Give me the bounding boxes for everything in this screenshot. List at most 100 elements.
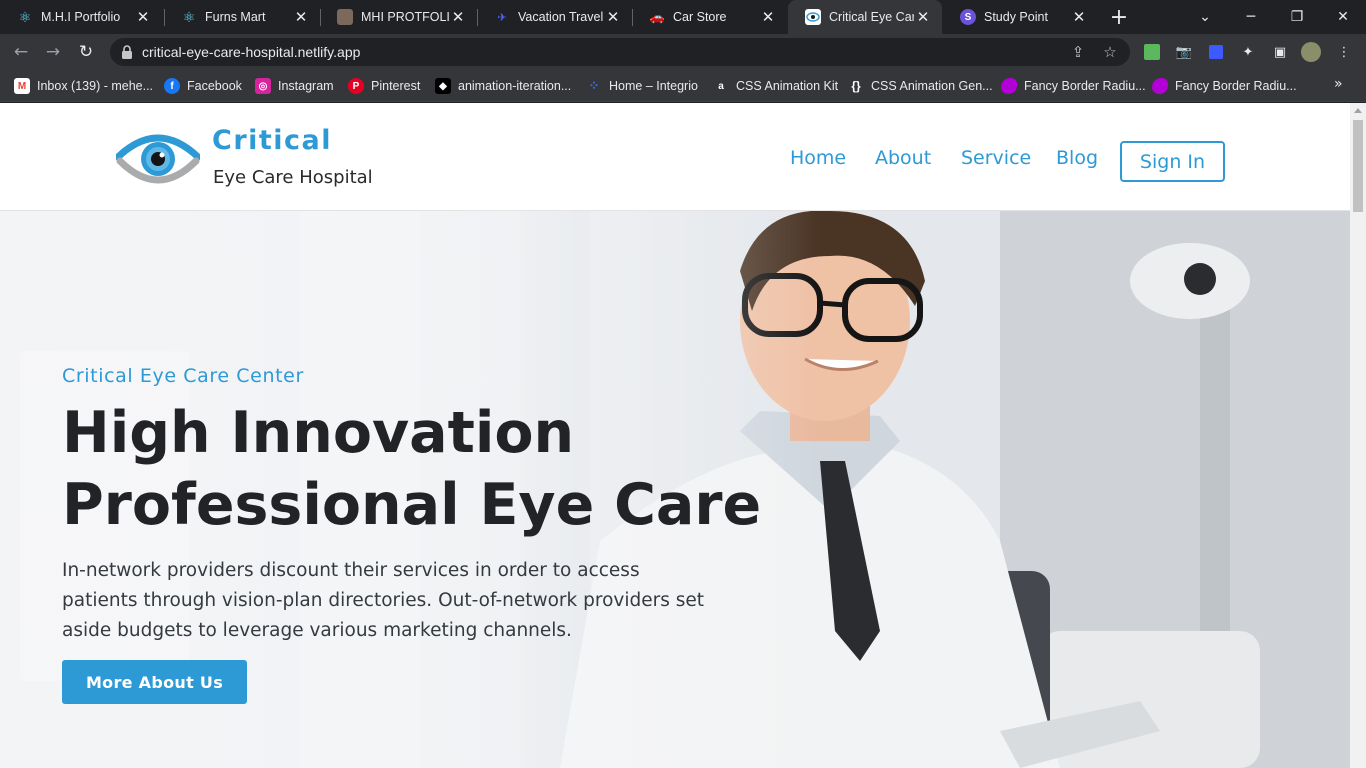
bookmark-gmail[interactable]: M Inbox (139) - mehe... [14,76,153,96]
tab-title: Car Store [673,10,727,24]
scrollbar-thumb[interactable] [1353,120,1363,212]
more-bookmarks-icon[interactable]: » [1334,76,1343,92]
bookmark-pinterest[interactable]: P Pinterest [348,76,420,96]
tab-mhi-protfolio[interactable]: MHI PROTFOLIO ✕ [320,0,477,34]
tab-furns-mart[interactable]: ⚛ Furns Mart ✕ [164,0,320,34]
close-icon[interactable]: ✕ [134,8,152,26]
bookmark-css-animation-kit[interactable]: a CSS Animation Kit [713,76,838,96]
integrio-icon: ⁘ [588,78,600,93]
mdn-icon: ◆ [435,78,451,94]
hero-description: In-network providers discount their serv… [62,560,705,641]
tab-title: Study Point [984,10,1048,24]
window-close-button[interactable]: ✕ [1320,0,1366,34]
travel-icon: ✈ [497,11,507,24]
bookmark-fancy-border-1[interactable]: Fancy Border Radiu... [1001,76,1146,96]
facebook-icon: f [164,78,180,94]
tab-title: M.H.I Portfolio [41,10,121,24]
nav-about-link[interactable]: About [875,147,931,169]
more-about-us-button[interactable]: More About Us [62,660,247,704]
site-header: Critical Eye Care Hospital Home About Se… [0,103,1350,211]
restore-button[interactable]: ❐ [1274,0,1320,34]
sign-in-button[interactable]: Sign In [1120,141,1225,182]
tab-vacation-travel[interactable]: ✈ Vacation Travel ✕ [477,0,632,34]
back-arrow-icon[interactable]: ← [8,39,34,65]
tab-strip: ⚛ M.H.I Portfolio ✕ ⚛ Furns Mart ✕ MHI P… [0,0,1366,34]
extension-blue-icon[interactable] [1206,42,1226,62]
bookmark-label: Fancy Border Radiu... [1175,79,1297,93]
tab-car-store[interactable]: 🚗 Car Store ✕ [632,0,787,34]
tab-title: MHI PROTFOLIO [361,10,449,24]
tab-title: Critical Eye Care [829,10,914,24]
close-icon[interactable]: ✕ [914,8,932,26]
bookmark-label: Fancy Border Radiu... [1024,79,1146,93]
reload-icon[interactable]: ↻ [73,39,99,65]
nav-service-link[interactable]: Service [961,147,1031,169]
bookmark-integrio[interactable]: ⁘ Home – Integrio [586,76,698,96]
react-icon: ⚛ [18,8,32,25]
share-icon[interactable]: ⇪ [1068,42,1088,62]
bookmark-label: Pinterest [371,79,421,93]
bookmark-instagram[interactable]: ◎ Instagram [255,76,334,96]
react-icon: ⚛ [182,8,196,25]
bookmark-label: animation-iteration... [458,79,572,93]
avatar-icon [337,9,353,25]
hero-title: High Innovation Professional Eye Care [62,397,782,541]
study-point-icon: S [960,9,976,25]
tab-critical-eye-care[interactable]: Critical Eye Care ✕ [788,0,942,34]
new-tab-button[interactable]: + [1106,5,1132,30]
forward-arrow-icon[interactable]: → [40,39,66,65]
menu-dots-icon[interactable]: ⋮ [1334,42,1354,62]
close-icon[interactable]: ✕ [604,8,622,26]
curly-braces-icon: {} [851,79,861,93]
bookmark-label: CSS Animation Kit [736,79,839,93]
fancy-border-icon [1001,78,1017,94]
animation-kit-icon: a [718,80,724,92]
tab-title: Vacation Travel [518,10,604,24]
bookmark-css-animation-gen[interactable]: {} CSS Animation Gen... [848,76,993,96]
profile-avatar[interactable] [1301,42,1321,62]
hero-title-line-1: High Innovation [62,400,575,466]
bookmark-label: CSS Animation Gen... [871,79,993,93]
hero-eyebrow: Critical Eye Care Center [62,365,304,387]
eye-logo-icon[interactable] [116,127,200,189]
close-icon[interactable]: ✕ [449,8,467,26]
close-icon[interactable]: ✕ [759,8,777,26]
browser-toolbar: ← → ↻ critical-eye-care-hospital.netlify… [0,34,1366,70]
car-icon: 🚗 [649,10,665,24]
tab-title: Furns Mart [205,10,266,24]
bookmark-label: Facebook [187,79,242,93]
nav-home-link[interactable]: Home [790,147,846,169]
extension-green-icon[interactable] [1142,42,1162,62]
address-bar[interactable]: critical-eye-care-hospital.netlify.app ⇪… [110,38,1130,66]
hero-title-line-2: Professional Eye Care [62,472,762,538]
bookmark-label: Inbox (139) - mehe... [37,79,154,93]
close-icon[interactable]: ✕ [1070,8,1088,26]
side-panel-icon[interactable]: ▣ [1270,42,1290,62]
close-icon[interactable]: ✕ [292,8,310,26]
star-icon[interactable]: ☆ [1100,42,1120,62]
bookmarks-bar: M Inbox (139) - mehe... f Facebook ◎ Ins… [0,70,1366,102]
bookmark-label: Instagram [278,79,334,93]
gmail-icon: M [14,78,30,94]
page-scrollbar[interactable] [1350,103,1366,768]
eye-logo-icon [805,9,821,25]
puzzle-icon[interactable]: ✦ [1238,42,1258,62]
bookmark-mdn[interactable]: ◆ animation-iteration... [435,76,571,96]
bookmark-label: Home – Integrio [609,79,698,93]
bookmark-facebook[interactable]: f Facebook [164,76,242,96]
scroll-up-icon[interactable] [1354,108,1362,113]
camera-icon[interactable]: 📷 [1174,42,1194,62]
bookmark-fancy-border-2[interactable]: Fancy Border Radiu... [1152,76,1297,96]
tab-search-icon[interactable]: ⌄ [1182,0,1228,34]
lock-icon [122,45,132,59]
brand-name: Critical [212,125,333,156]
brand-subtitle: Eye Care Hospital [213,167,373,188]
fancy-border-icon [1152,78,1168,94]
tab-study-point[interactable]: S Study Point ✕ [943,0,1098,34]
pinterest-icon: P [348,78,364,94]
page-viewport: Critical Eye Care Hospital Home About Se… [0,103,1350,768]
minimize-button[interactable]: ─ [1228,0,1274,34]
tab-mhi-portfolio[interactable]: ⚛ M.H.I Portfolio ✕ [0,0,162,34]
nav-blog-link[interactable]: Blog [1056,147,1098,169]
instagram-icon: ◎ [255,78,271,94]
